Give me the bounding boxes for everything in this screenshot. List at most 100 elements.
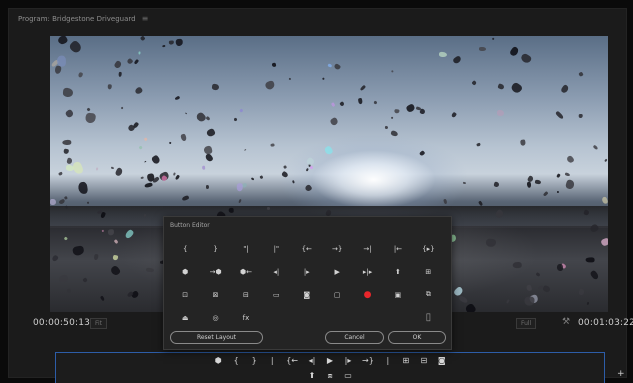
reset-layout-button[interactable]: Reset Layout (170, 331, 263, 344)
transport-button[interactable]: →} (362, 356, 374, 365)
transport-button[interactable]: ◙ (438, 356, 446, 365)
export-frame-icon[interactable]: ◙ (292, 283, 322, 306)
transport-button[interactable]: ⊟ (420, 356, 428, 365)
debris-fleck (134, 86, 144, 96)
duration-timecode: 00:01:03:22 (578, 318, 633, 328)
mark-out-icon[interactable]: } (200, 237, 230, 260)
insert-icon[interactable]: ⊟ (231, 283, 261, 306)
clear-in-icon[interactable]: "| (231, 237, 261, 260)
transport-button[interactable]: ▭ (344, 371, 352, 381)
overlay-icon[interactable]: ⧉ (413, 283, 443, 306)
debris-fleck (390, 69, 394, 73)
vr-video-icon[interactable]: ◎ (200, 306, 230, 329)
empty-slot (322, 306, 352, 329)
transport-button[interactable]: { (232, 356, 240, 365)
multi-camera-icon[interactable]: ⊞ (413, 260, 443, 283)
transport-button[interactable]: {← (286, 356, 298, 365)
debris-fleck (138, 51, 141, 55)
next-marker-icon[interactable]: →⬢ (200, 260, 230, 283)
compare-view-icon[interactable]: ▣ (383, 283, 413, 306)
debris-fleck (54, 65, 62, 75)
debris-fleck (65, 157, 73, 165)
debris-fleck (236, 183, 243, 191)
debris-fleck (238, 198, 242, 204)
current-timecode[interactable]: 00:00:50:13 (33, 318, 90, 328)
transport-button[interactable]: |▸ (344, 356, 352, 365)
transport-button[interactable]: ⬆ (308, 371, 316, 381)
transport-button[interactable]: | (384, 356, 392, 365)
loop-icon[interactable]: ⏏ (170, 306, 200, 329)
transport-button[interactable]: ⊞ (402, 356, 410, 365)
debris-fleck (556, 264, 563, 272)
transport-row-primary: ⬢ {} | {← ◂| ▶ |▸ →} | ⊞ ⊟ ◙ (56, 356, 604, 365)
debris-fleck (202, 144, 213, 155)
debris-fleck (554, 110, 564, 120)
empty-slot (292, 306, 322, 329)
safe-margins-icon[interactable]: ▭ (261, 283, 291, 306)
debris-fleck (600, 196, 608, 205)
transport-button[interactable]: ▶ (326, 356, 334, 365)
debris-fleck (233, 117, 238, 122)
cancel-button[interactable]: Cancel (325, 331, 384, 344)
debris-fleck (322, 145, 334, 157)
step-back-icon[interactable]: ◂| (261, 260, 291, 283)
lift-icon[interactable]: ⊡ (170, 283, 200, 306)
debris-fleck (451, 112, 458, 119)
debris-fleck (328, 63, 333, 68)
resolution-dropdown[interactable]: Full (516, 318, 537, 329)
previous-edit-icon[interactable]: |← (383, 237, 413, 260)
debris-fleck (179, 133, 188, 142)
mark-in-icon[interactable]: { (170, 237, 200, 260)
debris-fleck (512, 261, 522, 269)
go-to-in-icon[interactable]: {← (292, 237, 322, 260)
debris-fleck (394, 108, 400, 114)
debris-fleck (143, 136, 148, 142)
transport-button[interactable]: ⬢ (214, 356, 222, 365)
transport-button[interactable]: ⧈ (326, 371, 334, 381)
debris-fleck (176, 39, 184, 47)
debris-fleck (604, 158, 608, 162)
comment-icon[interactable]: ▢ (322, 283, 352, 306)
fx-icon[interactable]: fx (231, 306, 261, 329)
go-to-out-icon[interactable]: →} (322, 237, 352, 260)
play-around-icon[interactable]: ▸|▸ (352, 260, 382, 283)
menu-lines-icon[interactable]: ≡ (142, 14, 149, 23)
transport-row-secondary: ⬆ ⧈ ▭ (56, 371, 604, 381)
panel-title[interactable]: Program: Bridgestone Driveguard (18, 15, 136, 23)
play-icon[interactable]: ▶ (322, 260, 352, 283)
wrench-icon[interactable]: ⚒ (562, 317, 570, 327)
debris-fleck (143, 160, 147, 163)
debris-fleck (523, 296, 535, 306)
add-marker-icon[interactable]: ⬢ (170, 260, 200, 283)
debris-fleck (206, 185, 210, 189)
debris-fleck (58, 171, 64, 176)
button-editor-plus-icon[interactable]: + (617, 369, 625, 379)
transport-button[interactable]: } (250, 356, 258, 365)
debris-fleck (138, 145, 144, 150)
play-in-to-out-icon[interactable]: {▸} (413, 237, 443, 260)
transport-controls: ⬢ {} | {← ◂| ▶ |▸ →} | ⊞ ⊟ ◙ ⬆ ⧈ ▭ (55, 352, 605, 383)
debris-fleck (77, 181, 89, 196)
debris-fleck (113, 59, 122, 69)
debris-fleck (470, 80, 478, 87)
record-icon[interactable]: ● (352, 283, 382, 306)
ok-button[interactable]: OK (388, 331, 446, 344)
debris-fleck (62, 87, 74, 98)
debris-fleck (133, 58, 139, 65)
step-forward-icon[interactable]: |▸ (292, 260, 322, 283)
debris-fleck (462, 181, 466, 184)
transport-button[interactable]: | (268, 356, 276, 365)
extract-icon[interactable]: ⊠ (200, 283, 230, 306)
debris-fleck (390, 129, 399, 137)
debris-fleck (174, 95, 180, 101)
zoom-dropdown[interactable]: Fit (90, 318, 108, 329)
debris-fleck (107, 84, 112, 91)
debris-fleck (559, 83, 570, 94)
clear-out-icon[interactable]: |" (261, 237, 291, 260)
export-icon[interactable]: ⬆ (383, 260, 413, 283)
debris-fleck (64, 108, 75, 119)
transport-button[interactable]: ◂| (308, 356, 316, 365)
next-edit-icon[interactable]: →| (352, 237, 382, 260)
spacer-icon[interactable]: ▯ (413, 306, 443, 329)
previous-marker-icon[interactable]: ⬢← (231, 260, 261, 283)
